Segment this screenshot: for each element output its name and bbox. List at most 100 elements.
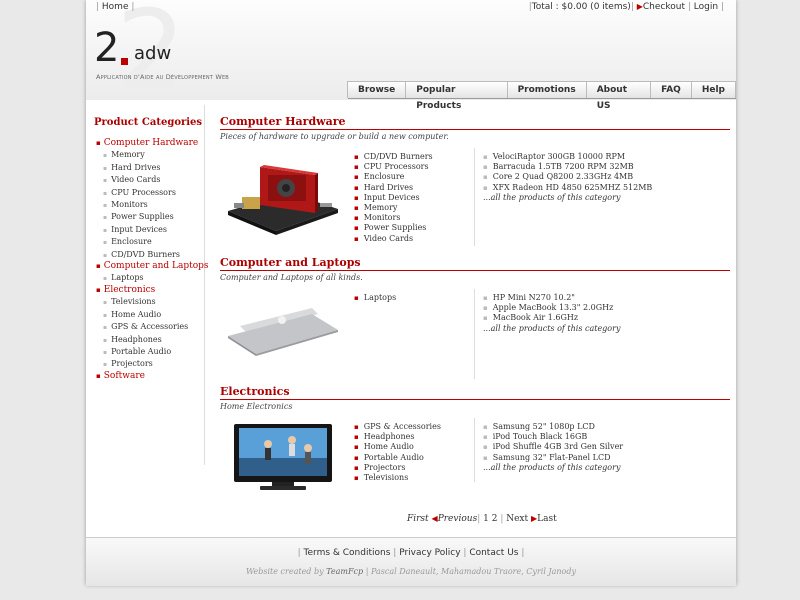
sidebar-title: Product Categories bbox=[94, 117, 203, 128]
featured-products: VelociRaptor 300GB 10000 RPM Barracuda 1… bbox=[474, 148, 652, 246]
subcategory-video-cards[interactable]: Video Cards bbox=[96, 174, 209, 186]
top-right-links: |Total : $0.00 (0 items)| ▶Checkout | Lo… bbox=[528, 2, 724, 12]
privacy-link[interactable]: Privacy Policy bbox=[399, 548, 460, 558]
product-link[interactable]: Samsung 52" 1080p LCD bbox=[483, 422, 623, 432]
product-link[interactable]: XFX Radeon HD 4850 625MHZ 512MB bbox=[483, 183, 653, 193]
television-image[interactable] bbox=[220, 422, 345, 494]
section-title[interactable]: Electronics bbox=[220, 385, 730, 400]
footer: | Terms & Conditions | Privacy Policy | … bbox=[86, 537, 736, 586]
cart-total: Total : $0.00 (0 items) bbox=[531, 2, 631, 12]
category-link[interactable]: Headphones bbox=[354, 432, 441, 442]
main-nav: Browse Popular Products Promotions About… bbox=[347, 81, 736, 111]
product-link[interactable]: Samsung 32" Flat-Panel LCD bbox=[483, 453, 623, 463]
logo-name: adw bbox=[134, 43, 172, 64]
category-link[interactable]: Home Audio bbox=[354, 442, 441, 452]
category-link[interactable]: Power Supplies bbox=[354, 223, 433, 233]
logo-dot bbox=[121, 58, 128, 65]
category-software[interactable]: Software bbox=[96, 371, 209, 382]
category-computer-and-laptops[interactable]: Computer and Laptops bbox=[96, 261, 209, 272]
subcategory-home-audio[interactable]: Home Audio bbox=[96, 309, 209, 321]
category-links: Laptops bbox=[354, 293, 396, 303]
product-link[interactable]: Core 2 Quad Q8200 2.33GHz 4MB bbox=[483, 172, 652, 182]
all-products-link[interactable]: ...all the products of this category bbox=[483, 324, 620, 334]
category-link[interactable]: CPU Processors bbox=[354, 162, 433, 172]
category-link[interactable]: CD/DVD Burners bbox=[354, 152, 433, 162]
product-link[interactable]: VelociRaptor 300GB 10000 RPM bbox=[483, 152, 652, 162]
section-computer-hardware: Computer Hardware Pieces of hardware to … bbox=[220, 115, 730, 246]
category-link[interactable]: Televisions bbox=[354, 473, 441, 483]
category-link[interactable]: Hard Drives bbox=[354, 183, 433, 193]
category-links: CD/DVD Burners CPU Processors Enclosure … bbox=[354, 152, 433, 244]
laptop-image[interactable] bbox=[220, 296, 345, 356]
subcategory-televisions[interactable]: Televisions bbox=[96, 296, 209, 308]
category-link[interactable]: Input Devices bbox=[354, 193, 433, 203]
category-link[interactable]: Laptops bbox=[354, 293, 396, 303]
category-link[interactable]: Video Cards bbox=[354, 234, 433, 244]
category-link[interactable]: Portable Audio bbox=[354, 453, 441, 463]
nav-tab-help[interactable]: Help bbox=[690, 81, 736, 98]
featured-products: Samsung 52" 1080p LCD iPod Touch Black 1… bbox=[474, 418, 623, 482]
subcategory-projectors[interactable]: Projectors bbox=[96, 358, 209, 370]
category-link[interactable]: Monitors bbox=[354, 213, 433, 223]
footer-credits: Website created by TeamFcp | Pascal Dane… bbox=[245, 567, 577, 576]
subcategory-power-supplies[interactable]: Power Supplies bbox=[96, 211, 209, 223]
category-computer-hardware[interactable]: Computer Hardware bbox=[96, 138, 209, 149]
pager-previous[interactable]: Previous bbox=[438, 514, 477, 524]
category-link[interactable]: Enclosure bbox=[354, 172, 433, 182]
pager-first[interactable]: First bbox=[407, 514, 429, 524]
category-list: Computer Hardware Memory Hard Drives Vid… bbox=[96, 138, 209, 382]
category-electronics[interactable]: Electronics bbox=[96, 285, 209, 296]
subcategory-headphones[interactable]: Headphones bbox=[96, 334, 209, 346]
product-link[interactable]: HP Mini N270 10.2" bbox=[483, 293, 620, 303]
checkout-link[interactable]: Checkout bbox=[643, 2, 685, 12]
home-link[interactable]: Home bbox=[102, 2, 129, 12]
nav-tab-popular-products[interactable]: Popular Products bbox=[405, 81, 508, 111]
subcategory-cpu-processors[interactable]: CPU Processors bbox=[96, 187, 209, 199]
nav-tab-about-us[interactable]: About US bbox=[585, 81, 652, 111]
pager-page-1[interactable]: 1 bbox=[483, 514, 489, 524]
sidebar: Product Categories Computer Hardware Mem… bbox=[86, 105, 209, 465]
header: 2 | Home | |Total : $0.00 (0 items)| ▶Ch… bbox=[86, 0, 736, 111]
all-products-link[interactable]: ...all the products of this category bbox=[483, 193, 652, 203]
terms-link[interactable]: Terms & Conditions bbox=[304, 548, 391, 558]
subcategory-enclosure[interactable]: Enclosure bbox=[96, 236, 209, 248]
section-description: Computer and Laptops of all kinds. bbox=[220, 273, 363, 282]
product-link[interactable]: Barracuda 1.5TB 7200 RPM 32MB bbox=[483, 162, 652, 172]
subcategory-hard-drives[interactable]: Hard Drives bbox=[96, 162, 209, 174]
hardware-image[interactable] bbox=[220, 153, 345, 243]
product-link[interactable]: MacBook Air 1.6GHz bbox=[483, 313, 620, 323]
product-link[interactable]: Apple MacBook 13.3" 2.0GHz bbox=[483, 303, 620, 313]
contact-link[interactable]: Contact Us bbox=[469, 548, 518, 558]
subcategory-portable-audio[interactable]: Portable Audio bbox=[96, 346, 209, 358]
all-products-link[interactable]: ...all the products of this category bbox=[483, 463, 623, 473]
section-title[interactable]: Computer and Laptops bbox=[220, 256, 730, 271]
section-title[interactable]: Computer Hardware bbox=[220, 115, 730, 130]
pager-last[interactable]: Last bbox=[537, 514, 557, 524]
product-link[interactable]: iPod Shuffle 4GB 3rd Gen Silver bbox=[483, 442, 623, 452]
credit-team: TeamFcp bbox=[326, 567, 364, 576]
subcategory-input-devices[interactable]: Input Devices bbox=[96, 224, 209, 236]
nav-tab-browse[interactable]: Browse bbox=[347, 81, 407, 98]
section-computer-and-laptops: Computer and Laptops Computer and Laptop… bbox=[220, 256, 730, 379]
section-description: Pieces of hardware to upgrade or build a… bbox=[220, 132, 449, 141]
subcategory-monitors[interactable]: Monitors bbox=[96, 199, 209, 211]
product-link[interactable]: iPod Touch Black 16GB bbox=[483, 432, 623, 442]
pager-next[interactable]: Next bbox=[506, 514, 528, 524]
subcategory-memory[interactable]: Memory bbox=[96, 149, 209, 161]
nav-tab-faq[interactable]: FAQ bbox=[650, 81, 692, 98]
footer-links: | Terms & Conditions | Privacy Policy | … bbox=[297, 548, 525, 558]
login-link[interactable]: Login bbox=[694, 2, 718, 12]
section-description: Home Electronics bbox=[220, 402, 293, 411]
section-electronics: Electronics Home Electronics GPS & Acces… bbox=[220, 385, 730, 500]
logo-number: 2 bbox=[94, 25, 119, 71]
pagination: First ◀Previous| 1 2 | Next ▶Last bbox=[407, 514, 557, 524]
category-link[interactable]: Projectors bbox=[354, 463, 441, 473]
subcategory-laptops[interactable]: Laptops bbox=[96, 272, 209, 284]
top-left-links: | Home | bbox=[96, 2, 135, 12]
nav-tab-promotions[interactable]: Promotions bbox=[506, 81, 587, 98]
subcategory-gps-accessories[interactable]: GPS & Accessories bbox=[96, 321, 209, 333]
category-link[interactable]: Memory bbox=[354, 203, 433, 213]
credit-names: Pascal Daneault, Mahamadou Traore, Cyril… bbox=[370, 567, 577, 576]
subcategory-cd-dvd-burners[interactable]: CD/DVD Burners bbox=[96, 249, 209, 261]
category-link[interactable]: GPS & Accessories bbox=[354, 422, 441, 432]
